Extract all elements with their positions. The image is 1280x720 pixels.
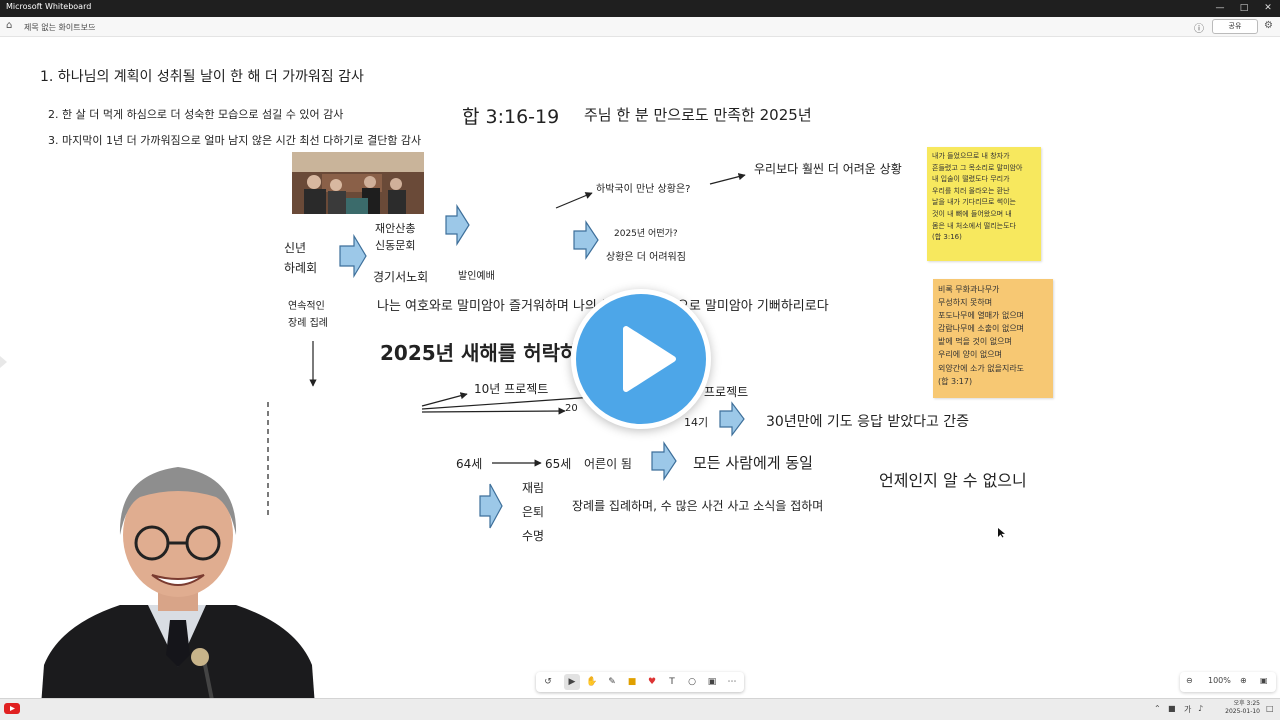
- tray-expand-icon[interactable]: ⌃: [1154, 704, 1161, 713]
- system-clock[interactable]: 오후 3:25 2025-01-10: [1220, 700, 1260, 716]
- webcam-feed: [40, 455, 316, 720]
- block-arrow-shape: [339, 233, 367, 279]
- more-options-icon[interactable]: ⋯: [724, 674, 740, 690]
- block-arrow-shape: [445, 203, 470, 247]
- gyeonggi-text: 경기서노회: [373, 270, 429, 284]
- jaean-text: 재안산총 신동문회: [375, 222, 416, 252]
- funeral-news-text: 장례를 집례하며, 수 많은 사건 사고 소식을 접하며: [572, 499, 824, 513]
- harder-now-text: 상황은 더 어려워짐: [606, 252, 686, 263]
- list-item-2: 2. 한 살 더 먹게 하심으로 더 성숙한 모습으로 섬길 수 있어 감사: [48, 108, 344, 121]
- text-tool-icon[interactable]: T: [664, 674, 680, 690]
- habakkuk-situation-text: 하박국이 만난 상황은?: [596, 184, 691, 195]
- fit-to-screen-icon[interactable]: ▣: [1260, 676, 1268, 685]
- project-right-text: 프로젝트: [704, 385, 749, 399]
- block-arrow-shape: [479, 483, 503, 529]
- same-for-all-text: 모든 사람에게 동일: [693, 454, 813, 472]
- taskbar: ⌃ ■ 가 ♪ 오후 3:25 2025-01-10 □: [0, 698, 1280, 720]
- opening-worship-text: 발인예배: [458, 271, 495, 282]
- harder-situation-text: 우리보다 훨씬 더 어려운 상황: [754, 162, 902, 176]
- undo-icon[interactable]: ↺: [540, 674, 556, 690]
- play-button[interactable]: [571, 289, 711, 429]
- unknown-when-text: 언제인지 알 수 없으니: [879, 471, 1027, 490]
- hand-tool-icon[interactable]: ✋: [584, 674, 600, 690]
- answered-prayer-text: 30년만에 기도 응답 받았다고 간증: [766, 414, 970, 430]
- block-arrow-shape: [651, 441, 677, 481]
- zoom-in-icon[interactable]: ⊕: [1240, 676, 1247, 685]
- block-arrow-shape: [573, 220, 599, 260]
- become-elder-text: 어른이 됨: [584, 457, 632, 471]
- side-handle-icon: [0, 356, 7, 368]
- notification-icon[interactable]: □: [1266, 704, 1274, 713]
- year-2025-how-text: 2025년 어떤가?: [614, 229, 678, 239]
- ink-arrow: [555, 192, 593, 209]
- block-arrow-shape: [719, 401, 745, 437]
- cursor-icon: [998, 528, 1005, 538]
- play-icon: [623, 326, 676, 392]
- project-10-text: 10년 프로젝트: [474, 382, 549, 396]
- select-tool-icon[interactable]: ▶: [564, 674, 580, 690]
- clock-date: 2025-01-10: [1225, 708, 1260, 715]
- sticky-note-yellow[interactable]: 내가 들었으므로 내 창자가 흔들렸고 그 목소리로 말미암아 내 입술이 떨렸…: [927, 147, 1041, 261]
- continuous-funeral-text: 연속적인 장례 집례: [288, 301, 328, 329]
- zoom-out-icon[interactable]: ⊖: [1186, 676, 1193, 685]
- age-65-text: 65세: [545, 457, 572, 471]
- insert-tool-icon[interactable]: ▣: [704, 674, 720, 690]
- youtube-icon[interactable]: [4, 701, 20, 717]
- sixfold-list-text: 재림 은퇴 수명: [522, 481, 545, 543]
- verse-reference: 합 3:16-19: [462, 106, 560, 128]
- whiteboard-toolbar: ↺ ▶ ✋ ✎ ■ ♥ T ○ ▣ ⋯: [536, 672, 744, 692]
- sermon-theme: 주님 한 분 만으로도 만족한 2025년: [584, 106, 812, 124]
- sticky-note-orange[interactable]: 비록 무화과나무가 무성하지 못하며 포도나무에 열매가 없으며 감람나무에 소…: [933, 279, 1053, 398]
- zoom-controls: ⊖ 100% ⊕ ▣: [1180, 672, 1276, 692]
- ink-arrow: [709, 173, 746, 185]
- network-icon[interactable]: ■: [1168, 704, 1176, 713]
- ink-arrow: [421, 407, 566, 415]
- list-item-1: 1. 하나님의 계획이 성취될 날이 한 해 더 가까워짐 감사: [40, 69, 364, 85]
- shapes-tool-icon[interactable]: ○: [684, 674, 700, 690]
- zoom-level[interactable]: 100%: [1208, 676, 1231, 685]
- new-year-meeting-text: 신년 하례회: [284, 241, 318, 275]
- clock-time: 오후 3:25: [1233, 700, 1260, 707]
- language-icon[interactable]: 가: [1184, 704, 1191, 715]
- ink-arrow: [421, 392, 468, 407]
- list-item-3: 3. 마지막이 1년 더 가까워짐으로 얼마 남지 않은 시간 최선 다하기로 …: [48, 134, 422, 147]
- sticky-note-tool-icon[interactable]: ■: [624, 674, 640, 690]
- volume-icon[interactable]: ♪: [1198, 704, 1203, 713]
- pen-tool-icon[interactable]: ✎: [604, 674, 620, 690]
- age-64-text: 64세: [456, 457, 483, 471]
- reaction-heart-icon[interactable]: ♥: [644, 674, 660, 690]
- group-photo[interactable]: [292, 152, 424, 214]
